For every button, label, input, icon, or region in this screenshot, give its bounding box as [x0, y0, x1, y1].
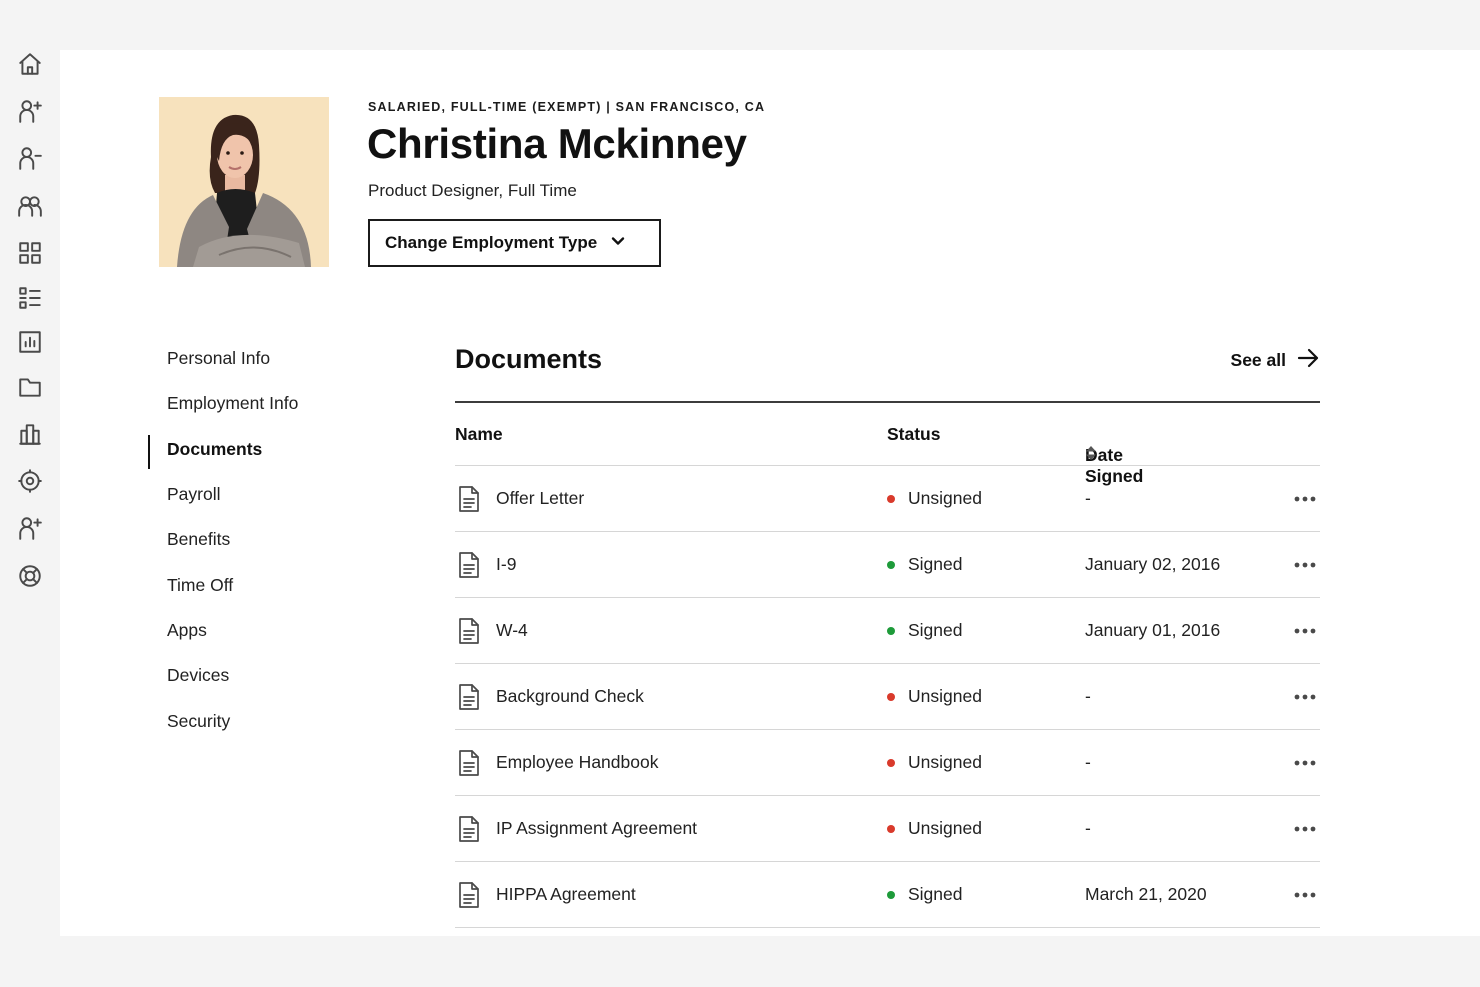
- documents-header: Documents See all: [455, 340, 1320, 403]
- more-options-icon[interactable]: [1292, 750, 1318, 776]
- invite-person-icon[interactable]: [14, 512, 46, 544]
- documents-section: Documents See all Name Status Date Signe…: [455, 340, 1320, 928]
- more-options-icon[interactable]: [1292, 684, 1318, 710]
- change-employment-type-label: Change Employment Type: [385, 233, 598, 252]
- subnav-item-security[interactable]: Security: [148, 698, 398, 743]
- date-signed: -: [1085, 818, 1091, 838]
- document-name[interactable]: Background Check: [496, 686, 644, 707]
- status-cell: Unsigned: [887, 686, 982, 707]
- table-row[interactable]: I-9 Signed January 02, 2016: [455, 532, 1320, 598]
- document-name[interactable]: I-9: [496, 554, 516, 575]
- document-name[interactable]: Employee Handbook: [496, 752, 658, 773]
- more-options-icon[interactable]: [1292, 486, 1318, 512]
- subnav-item-documents[interactable]: Documents: [148, 427, 398, 472]
- subnav-item-employment-info[interactable]: Employment Info: [148, 381, 398, 426]
- subnav-item-personal-info[interactable]: Personal Info: [148, 336, 398, 381]
- date-signed: -: [1085, 686, 1091, 706]
- document-icon: [458, 816, 480, 842]
- app-sidebar: [0, 0, 60, 987]
- status-cell: Unsigned: [887, 488, 982, 509]
- change-employment-type-button[interactable]: Change Employment Type: [368, 219, 661, 267]
- add-person-icon[interactable]: [14, 95, 46, 127]
- document-icon: [458, 750, 480, 776]
- folder-icon[interactable]: [14, 371, 46, 403]
- help-lifebuoy-icon[interactable]: [14, 560, 46, 592]
- apps-grid-icon[interactable]: [14, 237, 46, 269]
- status-label: Unsigned: [908, 818, 982, 838]
- list-icon[interactable]: [14, 282, 46, 314]
- subnav-item-payroll[interactable]: Payroll: [148, 472, 398, 517]
- see-all-link[interactable]: See all: [1231, 346, 1320, 375]
- status-label: Unsigned: [908, 752, 982, 772]
- status-dot: [887, 824, 895, 833]
- document-icon: [458, 882, 480, 908]
- status-label: Signed: [908, 554, 963, 574]
- status-cell: Unsigned: [887, 752, 982, 773]
- more-options-icon[interactable]: [1292, 618, 1318, 644]
- table-row[interactable]: Employee Handbook Unsigned -: [455, 730, 1320, 796]
- employee-name: Christina Mckinney: [367, 120, 747, 167]
- status-cell: Signed: [887, 620, 963, 641]
- document-name[interactable]: Offer Letter: [496, 488, 584, 509]
- document-icon: [458, 486, 480, 512]
- document-icon: [458, 684, 480, 710]
- document-name[interactable]: HIPPA Agreement: [496, 884, 636, 905]
- more-options-icon[interactable]: [1292, 816, 1318, 842]
- subnav-item-time-off[interactable]: Time Off: [148, 562, 398, 607]
- more-options-icon[interactable]: [1292, 552, 1318, 578]
- employee-role: Product Designer, Full Time: [368, 181, 577, 200]
- document-name[interactable]: IP Assignment Agreement: [496, 818, 697, 839]
- status-dot: [887, 890, 895, 899]
- sort-icon: [1085, 445, 1097, 466]
- status-cell: Unsigned: [887, 818, 982, 839]
- date-signed: -: [1085, 752, 1091, 772]
- column-header-status: Status: [887, 424, 941, 444]
- documents-title: Documents: [455, 344, 603, 374]
- table-row[interactable]: Offer Letter Unsigned -: [455, 466, 1320, 532]
- remove-person-icon[interactable]: [14, 142, 46, 174]
- status-dot: [887, 692, 895, 701]
- date-signed: -: [1085, 488, 1091, 508]
- employment-meta: SALARIED, FULL-TIME (EXEMPT) | SAN FRANC…: [368, 100, 766, 114]
- table-row[interactable]: Background Check Unsigned -: [455, 664, 1320, 730]
- status-dot: [887, 494, 895, 503]
- document-icon: [458, 552, 480, 578]
- chevron-down-icon: [611, 233, 625, 253]
- buildings-icon[interactable]: [14, 418, 46, 450]
- main-panel: SALARIED, FULL-TIME (EXEMPT) | SAN FRANC…: [60, 50, 1480, 936]
- status-dot: [887, 560, 895, 569]
- status-label: Unsigned: [908, 686, 982, 706]
- people-icon[interactable]: [14, 190, 46, 222]
- subnav-item-benefits[interactable]: Benefits: [148, 517, 398, 562]
- subnav-item-devices[interactable]: Devices: [148, 653, 398, 698]
- documents-table-body: Offer Letter Unsigned - I-9 Signed Janua…: [455, 466, 1320, 928]
- document-icon: [458, 618, 480, 644]
- document-name[interactable]: W-4: [496, 620, 528, 641]
- status-label: Unsigned: [908, 488, 982, 508]
- profile-photo: [159, 97, 329, 267]
- profile-subnav: Personal Info Employment Info Documents …: [148, 336, 398, 744]
- column-header-name: Name: [455, 424, 503, 444]
- date-signed: January 02, 2016: [1085, 554, 1221, 574]
- see-all-label: See all: [1230, 350, 1286, 370]
- status-label: Signed: [908, 884, 963, 904]
- documents-table-header: Name Status Date Signed: [455, 403, 1320, 486]
- date-signed: March 21, 2020: [1085, 884, 1207, 904]
- arrow-right-icon: [1296, 346, 1320, 375]
- table-row[interactable]: HIPPA Agreement Signed March 21, 2020: [455, 862, 1320, 928]
- report-icon[interactable]: [14, 326, 46, 358]
- home-icon[interactable]: [14, 48, 46, 80]
- table-row[interactable]: W-4 Signed January 01, 2016: [455, 598, 1320, 664]
- subnav-item-apps[interactable]: Apps: [148, 608, 398, 653]
- settings-icon[interactable]: [14, 465, 46, 497]
- status-dot: [887, 758, 895, 767]
- date-signed: January 01, 2016: [1085, 620, 1221, 640]
- status-cell: Signed: [887, 554, 963, 575]
- more-options-icon[interactable]: [1292, 882, 1318, 908]
- table-row[interactable]: IP Assignment Agreement Unsigned -: [455, 796, 1320, 862]
- status-dot: [887, 626, 895, 635]
- status-label: Signed: [908, 620, 963, 640]
- status-cell: Signed: [887, 884, 963, 905]
